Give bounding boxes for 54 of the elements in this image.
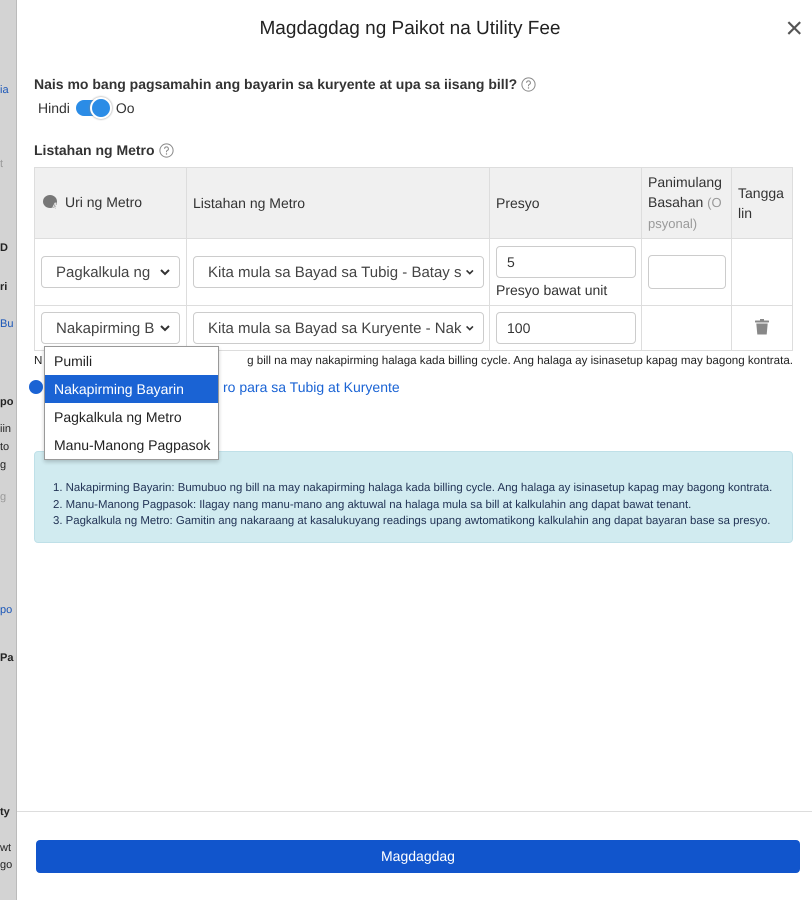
dropdown-option[interactable]: Pagkalkula ng Metro bbox=[45, 403, 218, 431]
section-title: Listahan ng Metro bbox=[34, 142, 155, 158]
background-text: t bbox=[0, 158, 4, 170]
help-icon bbox=[521, 76, 536, 92]
select-field[interactable]: Pagkalkula ng bbox=[41, 256, 180, 288]
column-header: Tanggalin bbox=[738, 185, 784, 221]
background-text: ty bbox=[0, 806, 10, 818]
background-text: iin bbox=[0, 423, 12, 435]
info-text: 2. Manu-Manong Pagpasok: Ilagay nang manu-mano ang aktuwal na halaga mula sa bill at kalkulahin ang dapat bawat tenant. bbox=[53, 498, 692, 512]
reading-field[interactable] bbox=[648, 255, 726, 289]
background-text: ri bbox=[0, 281, 8, 293]
background-text: D bbox=[0, 242, 8, 254]
background-text: go bbox=[0, 859, 12, 871]
chevron-icon bbox=[159, 268, 171, 276]
background-text: po bbox=[0, 604, 12, 616]
dropdown-option[interactable]: Manu-Manong Pagpasok bbox=[45, 431, 218, 459]
select-field[interactable]: Kita mula sa Bayad sa Kuryente - Nak bbox=[193, 312, 484, 344]
price-hint: Presyo bawat unit bbox=[496, 282, 608, 298]
column-header: Uri ng Metro bbox=[41, 192, 142, 212]
background-text: po bbox=[0, 396, 14, 408]
price-field[interactable]: 5 bbox=[496, 246, 636, 278]
close-button[interactable]: × bbox=[781, 14, 807, 44]
info-text: 3. Pagkalkula ng Metro: Gamitin ang nakaraang at kasalukuyang readings upang awtomatikong kalkulahin ang dapat bayaran base sa presyo. bbox=[53, 514, 772, 529]
add-icon bbox=[29, 380, 43, 394]
column-header: Panimulang Basahan (Opsyonal) bbox=[648, 174, 722, 231]
background-text: g bbox=[0, 491, 6, 503]
background-text: Bu bbox=[0, 318, 14, 330]
chevron-icon bbox=[465, 268, 475, 276]
trash-icon[interactable] bbox=[755, 318, 769, 334]
column-header: Listahan ng Metro bbox=[193, 194, 306, 213]
background-text: ia bbox=[0, 84, 9, 96]
background-text: g bbox=[0, 459, 6, 471]
toggle-on-label: Oo bbox=[116, 100, 135, 116]
select-field[interactable]: Nakapirming B bbox=[41, 312, 180, 344]
toggle-switch[interactable] bbox=[76, 100, 110, 116]
chevron-icon bbox=[465, 324, 475, 332]
column-header: Presyo bbox=[496, 194, 540, 213]
question-label: Nais mo bang pagsamahin ang bayarin sa kuryente at upa sa iisang bill? bbox=[34, 76, 518, 92]
background-text: to bbox=[0, 441, 10, 453]
dropdown-option[interactable]: Pumili bbox=[45, 347, 218, 375]
info-text: 1. Nakapirming Bayarin: Bumubuo ng bill na may nakapirming halaga kada billing cycle. Ang halaga ay isinasetup kapag may bagong kontrata. bbox=[53, 481, 774, 496]
background-text: Pa bbox=[0, 652, 14, 664]
modal-title: Magdagdag ng Paikot na Utility Fee bbox=[259, 18, 560, 40]
dropdown-option[interactable]: Nakapirming Bayarin bbox=[45, 375, 218, 403]
hint-text: g bill na may nakapirming halaga kada billing cycle. Ang halaga ay isinasetup kapag may bagong kontrata. bbox=[247, 354, 793, 367]
price-field[interactable]: 100 bbox=[496, 312, 636, 344]
help-icon bbox=[158, 142, 174, 158]
select-field[interactable]: Kita mula sa Bayad sa Tubig - Batay s bbox=[193, 256, 484, 288]
add-meter-link[interactable]: ro para sa Tubig at Kuryente bbox=[223, 379, 400, 395]
hint-text: N bbox=[34, 354, 42, 367]
background-text: wt bbox=[0, 842, 11, 854]
toggle-off-label: Hindi bbox=[38, 100, 70, 116]
chevron-icon bbox=[159, 324, 171, 332]
submit-button[interactable]: Magdagdag bbox=[36, 840, 800, 872]
